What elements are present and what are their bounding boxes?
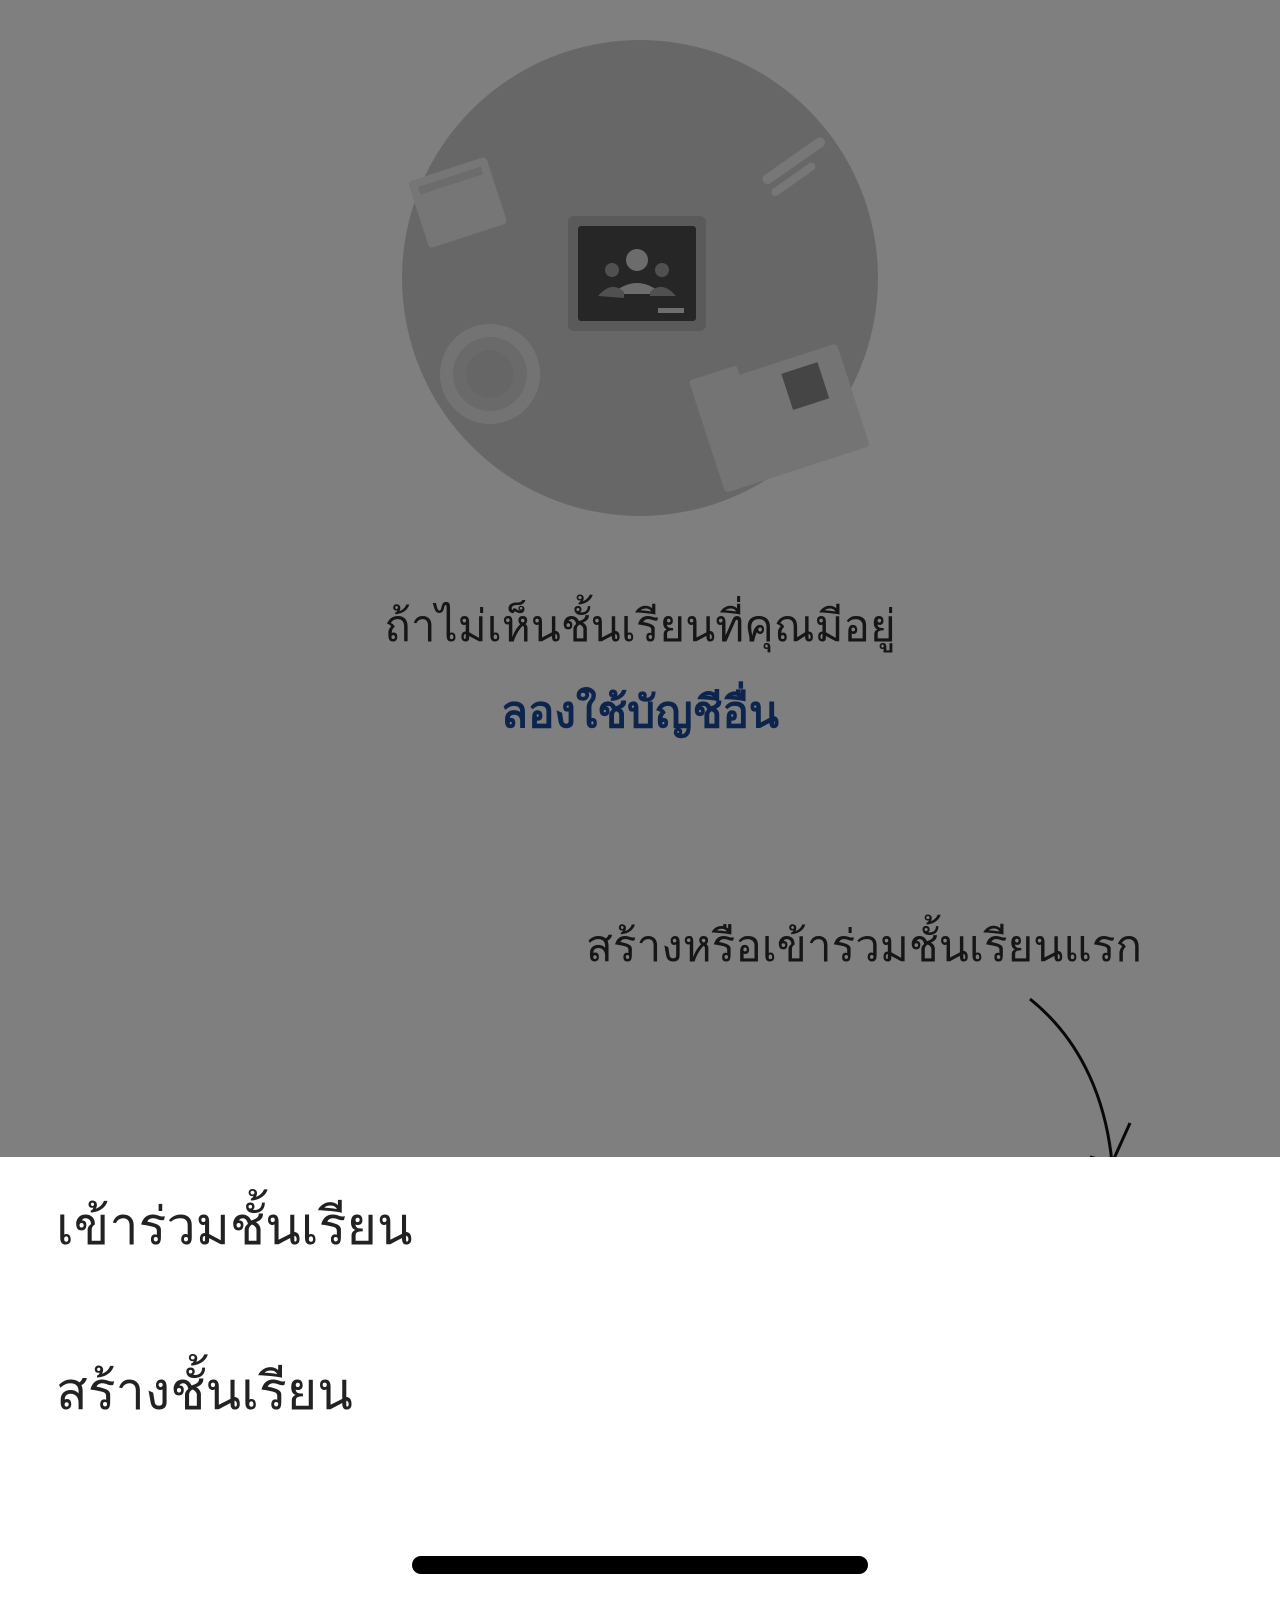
create-class-option[interactable]: สร้างชั้นเรียน xyxy=(56,1337,1226,1447)
home-indicator xyxy=(412,1556,868,1574)
join-class-option[interactable]: เข้าร่วมชั้นเรียน xyxy=(56,1172,1226,1282)
action-bottom-sheet: เข้าร่วมชั้นเรียน สร้างชั้นเรียน xyxy=(0,1157,1280,1600)
modal-scrim[interactable] xyxy=(0,0,1280,1157)
screen: ถ้าไม่เห็นชั้นเรียนที่คุณมีอยู่ ลองใช้บั… xyxy=(0,0,1280,1600)
